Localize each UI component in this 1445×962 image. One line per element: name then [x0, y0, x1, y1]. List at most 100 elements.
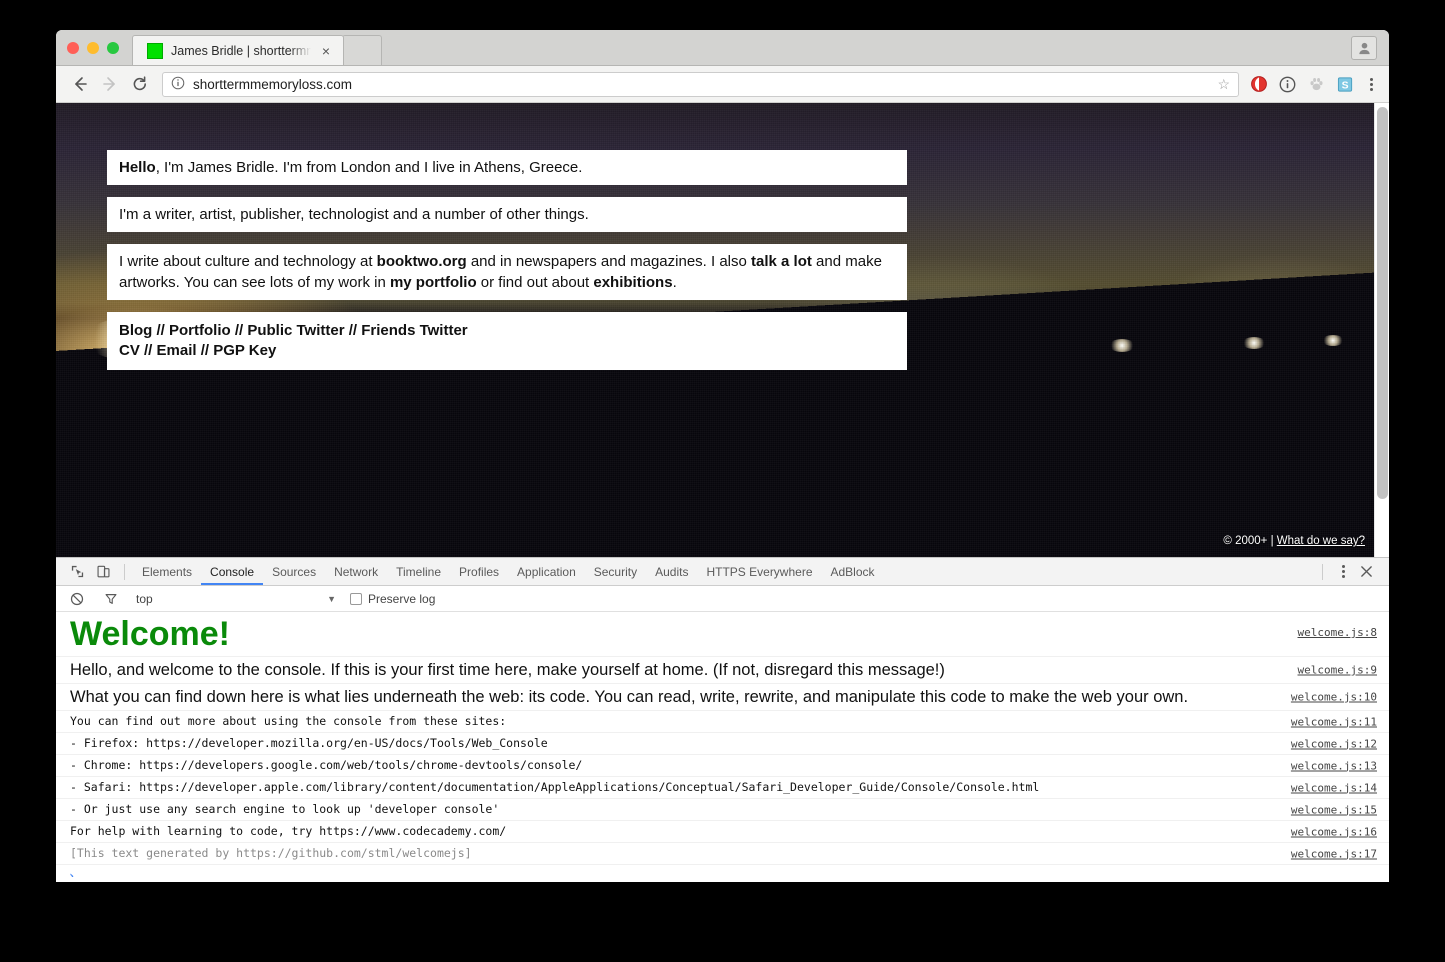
scrollbar-thumb[interactable]	[1377, 107, 1388, 499]
devtools-tab-security[interactable]: Security	[585, 558, 646, 585]
tabs: James Bridle | shorttermmemo ×	[132, 30, 382, 65]
devtools-tab-sources[interactable]: Sources	[263, 558, 325, 585]
console-source-link[interactable]: welcome.js:10	[1291, 691, 1377, 704]
devtools-tab-label: Network	[334, 565, 378, 579]
copyright-footer: © 2000+ | What do we say?	[1223, 535, 1365, 547]
devtools-tab-label: Application	[517, 565, 576, 579]
nav-link-public-twitter[interactable]: Public Twitter	[247, 322, 344, 339]
console-source-link[interactable]: welcome.js:13	[1291, 759, 1377, 772]
console-message-text: Hello, and welcome to the console. If th…	[70, 658, 1259, 682]
emphasis-text[interactable]: my portfolio	[390, 274, 477, 291]
device-toolbar-icon[interactable]	[90, 559, 116, 585]
devtools-tab-elements[interactable]: Elements	[133, 558, 201, 585]
chevron-down-icon[interactable]: ▼	[327, 594, 336, 604]
s-badge-icon[interactable]: S	[1336, 75, 1355, 94]
devtools-tab-network[interactable]: Network	[325, 558, 387, 585]
devtools-close-button[interactable]	[1353, 559, 1379, 585]
devtools-tab-console[interactable]: Console	[201, 558, 263, 585]
page-content: Hello, I'm James Bridle. I'm from London…	[56, 103, 1389, 370]
nav-link-blog[interactable]: Blog	[119, 322, 152, 339]
devtools-tab-adblock[interactable]: AdBlock	[822, 558, 884, 585]
console-message: - Firefox: https://developer.mozilla.org…	[56, 733, 1389, 755]
devtools-tab-application[interactable]: Application	[508, 558, 585, 585]
tab-strip: James Bridle | shorttermmemo ×	[56, 30, 1389, 66]
what-do-we-say-link[interactable]: What do we say?	[1277, 535, 1365, 547]
devtools-more-button[interactable]	[1331, 565, 1351, 578]
preserve-log-label: Preserve log	[368, 592, 435, 606]
console-source-link[interactable]: welcome.js:8	[1298, 626, 1377, 639]
green-square-favicon-icon	[147, 43, 163, 59]
devtools-tab-https-everywhere[interactable]: HTTPS Everywhere	[697, 558, 821, 585]
nav-link-portfolio[interactable]: Portfolio	[169, 322, 231, 339]
preserve-log-toggle[interactable]: Preserve log	[350, 592, 435, 606]
filter-funnel-icon[interactable]	[98, 586, 124, 612]
console-messages: Welcome!welcome.js:8Hello, and welcome t…	[56, 612, 1389, 865]
clear-console-icon[interactable]	[64, 586, 90, 612]
link-separator: //	[345, 322, 362, 339]
adblock-paw-icon[interactable]	[1307, 75, 1326, 94]
devtools-tab-label: Console	[210, 565, 254, 579]
console-source-link[interactable]: welcome.js:17	[1291, 847, 1377, 860]
minimize-window-button[interactable]	[87, 42, 99, 54]
devtools-tab-profiles[interactable]: Profiles	[450, 558, 508, 585]
console-message: You can find out more about using the co…	[56, 711, 1389, 733]
page-scrollbar[interactable]	[1374, 103, 1389, 557]
console-message-text: - Safari: https://developer.apple.com/li…	[70, 778, 1259, 797]
emphasis-text[interactable]: talk a lot	[751, 253, 812, 270]
devtools-tabbar: Elements Console Sources Network Timeline Pro…	[56, 558, 1389, 586]
nav-link-pgp-key[interactable]: PGP Key	[213, 342, 276, 359]
zoom-window-button[interactable]	[107, 42, 119, 54]
devtools-tab-timeline[interactable]: Timeline	[387, 558, 450, 585]
console-source-link[interactable]: welcome.js:9	[1298, 664, 1377, 677]
page-viewport: Hello, I'm James Bridle. I'm from London…	[56, 103, 1389, 557]
console-source-link[interactable]: welcome.js:14	[1291, 781, 1377, 794]
console-source-link[interactable]: welcome.js:11	[1291, 715, 1377, 728]
console-message: [This text generated by https://github.c…	[56, 843, 1389, 865]
browser-menu-button[interactable]	[1359, 78, 1379, 91]
console-output[interactable]: Welcome!welcome.js:8Hello, and welcome t…	[56, 612, 1389, 877]
tab-title: James Bridle | shorttermmemo	[171, 44, 311, 58]
svg-text:S: S	[1342, 80, 1349, 91]
link-separator: //	[197, 342, 214, 359]
devtools-tab-audits[interactable]: Audits	[646, 558, 697, 585]
forward-button[interactable]	[96, 70, 124, 98]
execution-context-select[interactable]: top ▼	[136, 592, 336, 606]
console-message: - Chrome: https://developers.google.com/…	[56, 755, 1389, 777]
devtools-tab-label: Elements	[142, 565, 192, 579]
new-tab-button[interactable]	[342, 35, 382, 65]
nav-link-email[interactable]: Email	[157, 342, 197, 359]
inspect-element-icon[interactable]	[64, 559, 90, 585]
console-prompt[interactable]: ›	[56, 865, 1389, 877]
browser-tab[interactable]: James Bridle | shorttermmemo ×	[132, 35, 344, 65]
console-message-text: - Chrome: https://developers.google.com/…	[70, 756, 1259, 775]
console-source-link[interactable]: welcome.js:16	[1291, 825, 1377, 838]
devtools-tab-label: Timeline	[396, 565, 441, 579]
site-info-icon[interactable]	[171, 76, 185, 93]
address-bar[interactable]: shorttermmemoryloss.com ☆	[162, 72, 1239, 97]
console-source-link[interactable]: welcome.js:15	[1291, 803, 1377, 816]
body-text: and in newspapers and magazines. I also	[467, 253, 751, 270]
divider	[1322, 564, 1323, 580]
console-source-link[interactable]: welcome.js:12	[1291, 737, 1377, 750]
body-text: I write about culture and technology at	[119, 253, 377, 270]
console-message: For help with learning to code, try http…	[56, 821, 1389, 843]
emphasis-text[interactable]: exhibitions	[593, 274, 672, 291]
devtools-tab-label: Security	[594, 565, 637, 579]
window-controls[interactable]	[67, 42, 119, 54]
nav-link-cv[interactable]: CV	[119, 342, 140, 359]
emphasis-text[interactable]: booktwo.org	[377, 253, 467, 270]
devtools-controls	[1320, 559, 1389, 585]
info-circle-icon[interactable]	[1278, 75, 1297, 94]
emphasis-text[interactable]: Hello	[119, 159, 156, 176]
back-button[interactable]	[66, 70, 94, 98]
copyright-text: © 2000+ |	[1223, 535, 1276, 547]
profile-avatar-button[interactable]	[1351, 36, 1377, 60]
opera-vpn-icon[interactable]	[1249, 75, 1268, 94]
nav-link-friends-twitter[interactable]: Friends Twitter	[361, 322, 467, 339]
reload-button[interactable]	[126, 70, 154, 98]
close-icon[interactable]: ×	[319, 44, 333, 58]
close-window-button[interactable]	[67, 42, 79, 54]
preserve-log-checkbox[interactable]	[350, 593, 362, 605]
console-filter-bar: top ▼ Preserve log	[56, 586, 1389, 612]
bookmark-star-icon[interactable]: ☆	[1217, 76, 1230, 93]
